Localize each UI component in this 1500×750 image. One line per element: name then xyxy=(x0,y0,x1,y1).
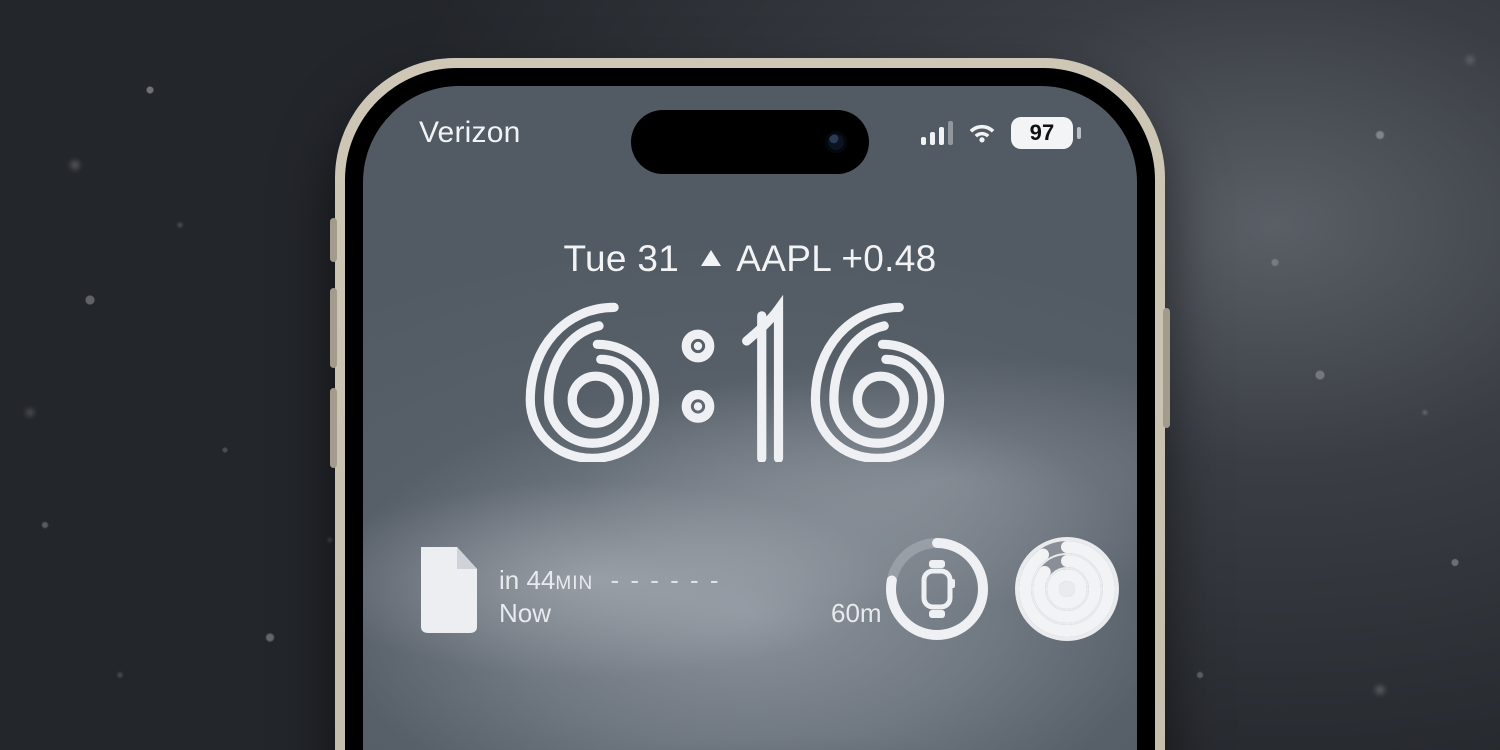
wallpaper-background: Verizon xyxy=(0,0,1500,750)
lock-screen[interactable]: Verizon xyxy=(363,86,1137,750)
battery-indicator: 97 xyxy=(1011,117,1081,149)
weather-in-prefix: in xyxy=(499,565,526,595)
activity-rings-widget[interactable] xyxy=(1012,534,1122,644)
battery-percent: 97 xyxy=(1030,120,1055,146)
stock-change: +0.48 xyxy=(841,238,936,279)
phone-frame: Verizon xyxy=(335,58,1165,750)
wifi-icon xyxy=(967,121,997,145)
watch-battery-widget[interactable] xyxy=(882,534,992,644)
stock-symbol: AAPL xyxy=(736,238,830,279)
lock-screen-widgets-row: in 44MIN - - - - - - Now 60m xyxy=(363,534,1137,644)
weather-in-value: 44 xyxy=(526,565,555,595)
side-power-button xyxy=(1163,308,1170,428)
date-stock-complication[interactable]: Tue 31 AAPL +0.48 xyxy=(363,238,1137,280)
date-label: Tue 31 xyxy=(564,238,680,279)
volume-up-button xyxy=(330,288,337,368)
document-icon xyxy=(413,543,485,635)
volume-down-button xyxy=(330,388,337,468)
ring-silent-switch xyxy=(330,218,337,262)
cellular-signal-icon xyxy=(921,121,953,145)
stock-up-icon xyxy=(700,235,722,277)
weather-now-label: Now xyxy=(499,598,551,629)
carrier-label: Verizon xyxy=(419,116,520,150)
apple-watch-icon xyxy=(924,560,955,618)
weather-in-unit: MIN xyxy=(555,573,593,594)
status-bar: Verizon xyxy=(363,116,1137,150)
weather-sparkline: - - - - - - xyxy=(610,565,720,595)
weather-widget[interactable]: in 44MIN - - - - - - Now 60m xyxy=(413,543,882,635)
weather-range-label: 60m xyxy=(831,598,882,629)
lock-screen-clock[interactable] xyxy=(363,282,1137,467)
